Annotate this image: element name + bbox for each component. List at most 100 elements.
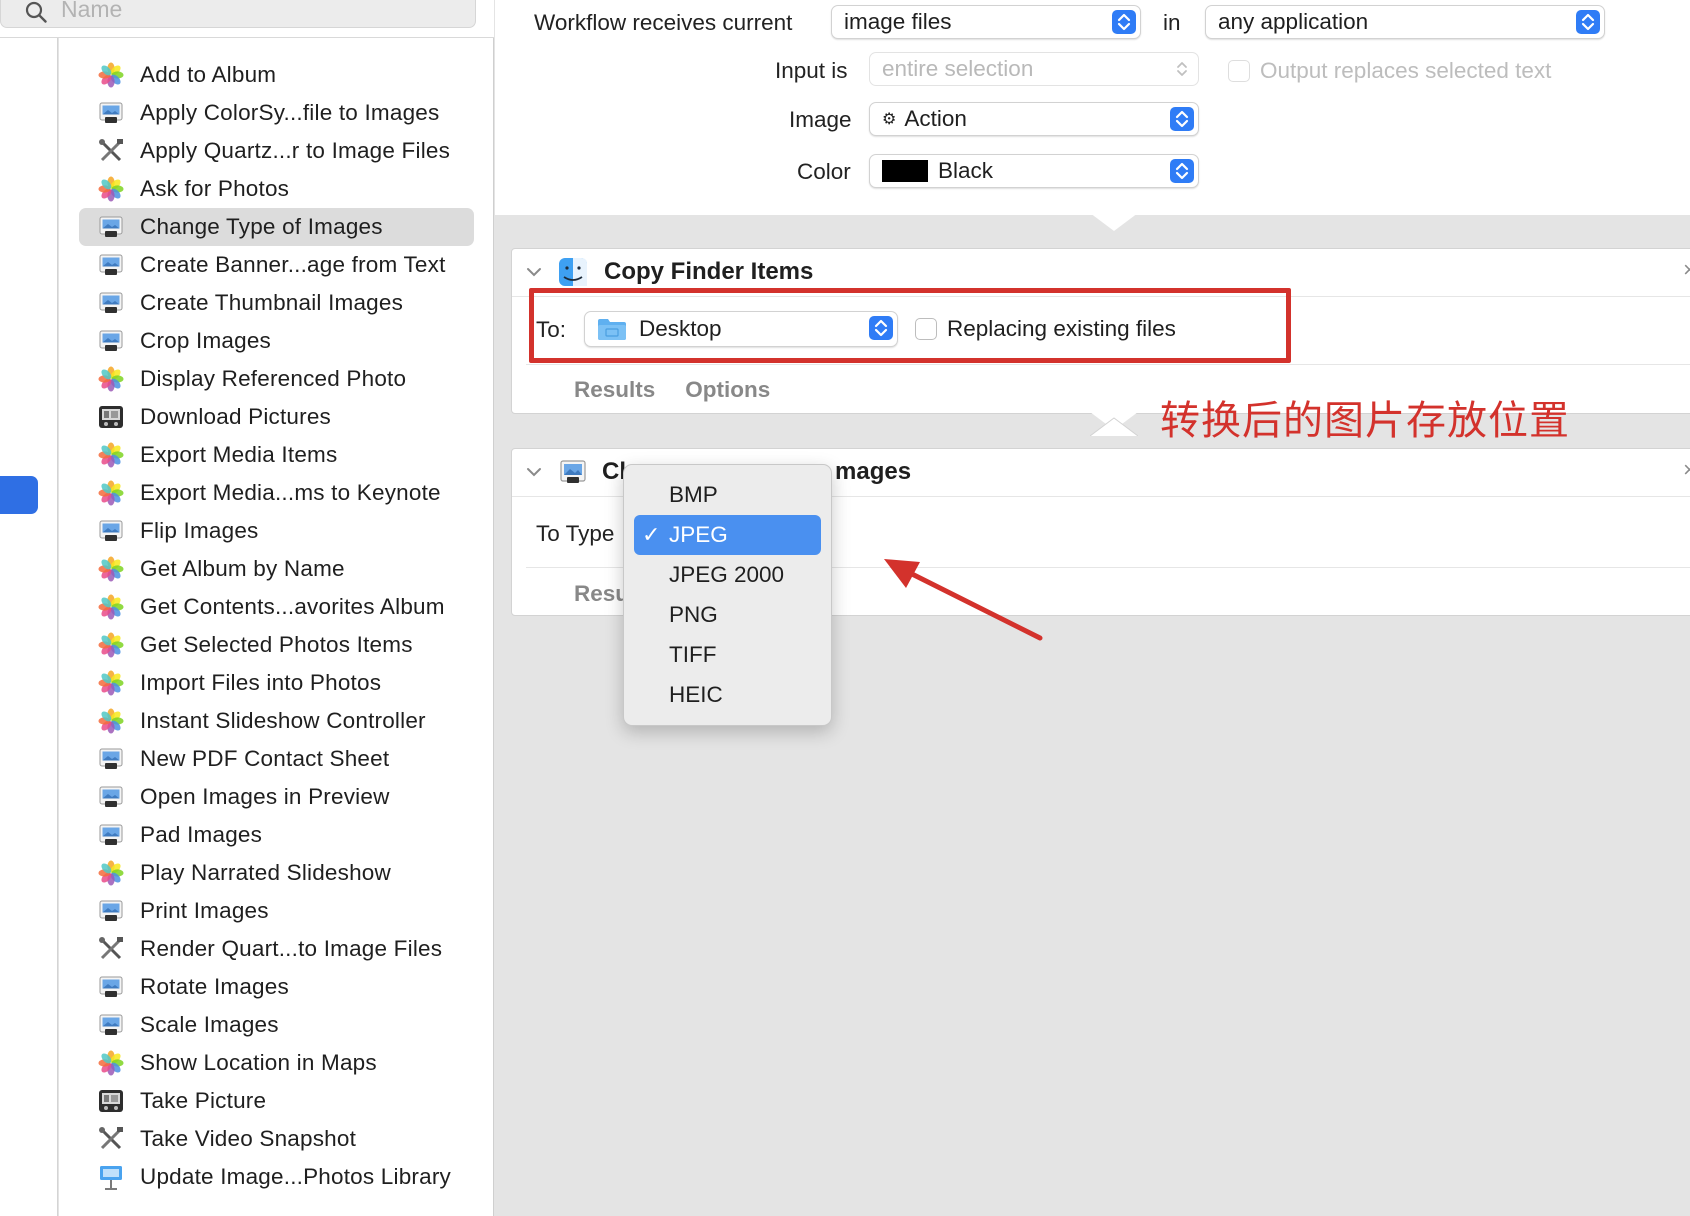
action-list-item-label: Get Album by Name xyxy=(140,556,345,581)
action-list-item[interactable]: Update Image...Photos Library xyxy=(79,1158,474,1196)
search-field[interactable] xyxy=(0,0,476,28)
action-list-item[interactable]: Play Narrated Slideshow xyxy=(79,854,474,892)
popup-stepper-icon xyxy=(1576,10,1600,34)
action-list-item-label: Open Images in Preview xyxy=(140,784,390,809)
action-list-item[interactable]: Create Banner...age from Text xyxy=(79,246,474,284)
action-list-item-label: Get Selected Photos Items xyxy=(140,632,413,657)
action-list-item[interactable]: Create Thumbnail Images xyxy=(79,284,474,322)
action-list-item-label: Scale Images xyxy=(140,1012,279,1037)
popup-stepper-icon xyxy=(1170,159,1194,183)
tab-results[interactable]: Resu xyxy=(574,581,629,606)
action-list-item[interactable]: Render Quart...to Image Files xyxy=(79,930,474,968)
color-swatch xyxy=(882,160,928,182)
output-replaces-label: Output replaces selected text xyxy=(1260,58,1552,83)
action-list-item[interactable]: Add to Album xyxy=(79,56,474,94)
photos-icon xyxy=(97,61,125,89)
action-list-item[interactable]: Get Selected Photos Items xyxy=(79,626,474,664)
menu-item-bmp[interactable]: BMP xyxy=(634,475,821,515)
preview-icon xyxy=(97,973,125,1001)
photos-icon xyxy=(97,479,125,507)
action-list-item[interactable]: Show Location in Maps xyxy=(79,1044,474,1082)
input-type-value: image files xyxy=(844,9,952,34)
output-replaces-checkbox[interactable] xyxy=(1228,60,1250,82)
photos-icon xyxy=(97,631,125,659)
menu-item-label: JPEG 2000 xyxy=(669,562,785,587)
in-label: in xyxy=(1163,10,1181,35)
close-icon[interactable]: × xyxy=(1683,257,1690,283)
menu-item-heic[interactable]: HEIC xyxy=(634,675,821,715)
menu-item-tiff[interactable]: TIFF xyxy=(634,635,821,675)
to-type-label: To Type xyxy=(536,521,615,546)
action-list-item-label: Show Location in Maps xyxy=(140,1050,377,1075)
action-list-item[interactable]: Take Picture xyxy=(79,1082,474,1120)
action-list-item[interactable]: Import Files into Photos xyxy=(79,664,474,702)
tab-options[interactable]: Options xyxy=(685,377,770,402)
action-list-item[interactable]: Export Media...ms to Keynote xyxy=(79,474,474,512)
menu-item-png[interactable]: PNG xyxy=(634,595,821,635)
tab-results[interactable]: Results xyxy=(574,377,655,402)
input-type-popup[interactable]: image files xyxy=(831,5,1141,39)
preview-icon xyxy=(97,745,125,773)
action-list-item[interactable]: Print Images xyxy=(79,892,474,930)
action-list-item-label: Play Narrated Slideshow xyxy=(140,860,391,885)
action-list-item[interactable]: Rotate Images xyxy=(79,968,474,1006)
input-selection-popup[interactable]: entire selection xyxy=(869,52,1199,86)
annotation-arrow-icon xyxy=(884,559,1043,641)
image-capture-icon xyxy=(97,403,125,431)
action-list: Add to Album Apply ColorSy...file to Imag… xyxy=(79,56,474,1196)
preview-icon xyxy=(97,289,125,317)
close-icon[interactable]: × xyxy=(1683,457,1690,483)
action-list-item-label: Ask for Photos xyxy=(140,176,290,201)
preview-icon xyxy=(97,1011,125,1039)
action-list-item[interactable]: Instant Slideshow Controller xyxy=(79,702,474,740)
image-popup[interactable]: ⚙ Action xyxy=(869,102,1199,136)
menu-item-jpeg-2000[interactable]: JPEG 2000 xyxy=(634,555,821,595)
selected-category-indicator[interactable] xyxy=(0,476,38,514)
menu-item-jpeg[interactable]: ✓ JPEG xyxy=(634,515,821,555)
action-list-item[interactable]: Flip Images xyxy=(79,512,474,550)
color-value: Black xyxy=(938,158,994,183)
preview-icon xyxy=(97,251,125,279)
chevron-down-icon[interactable] xyxy=(525,465,543,479)
action-list-item[interactable]: Crop Images xyxy=(79,322,474,360)
card-title: Copy Finder Items xyxy=(604,258,814,285)
annotation-text: 转换后的图片存放位置 xyxy=(1160,398,1570,444)
input-selection-value: entire selection xyxy=(882,56,1034,81)
photos-icon xyxy=(97,669,125,697)
action-list-item[interactable]: Apply Quartz...r to Image Files xyxy=(79,132,474,170)
color-popup[interactable]: Black xyxy=(869,154,1199,188)
action-list-item-label: New PDF Contact Sheet xyxy=(140,746,390,771)
action-list-item[interactable]: Get Album by Name xyxy=(79,550,474,588)
card-title-end: mages xyxy=(835,458,912,485)
photos-icon xyxy=(97,365,125,393)
action-list-item[interactable]: Get Contents...avorites Album xyxy=(79,588,474,626)
color-label: Color xyxy=(797,159,851,184)
search-icon xyxy=(25,1,47,23)
action-list-item[interactable]: Open Images in Preview xyxy=(79,778,474,816)
action-gear-icon: ⚙ xyxy=(882,111,897,128)
menu-item-label: JPEG xyxy=(669,522,728,547)
action-list-item-label: Create Thumbnail Images xyxy=(140,290,404,315)
action-list-item-label: Update Image...Photos Library xyxy=(140,1164,451,1189)
action-list-item[interactable]: Ask for Photos xyxy=(79,170,474,208)
chevron-down-icon[interactable] xyxy=(525,265,543,279)
action-list-item[interactable]: New PDF Contact Sheet xyxy=(79,740,474,778)
popup-stepper-icon xyxy=(1170,57,1194,81)
action-list-item-label: Crop Images xyxy=(140,328,272,353)
search-input[interactable] xyxy=(61,0,461,23)
annotation-highlight-box xyxy=(529,288,1291,363)
action-list-item[interactable]: Display Referenced Photo xyxy=(79,360,474,398)
action-list-item[interactable]: Change Type of Images xyxy=(79,208,474,246)
menu-item-label: TIFF xyxy=(669,642,717,667)
receives-label: Workflow receives current xyxy=(534,10,793,35)
action-list-item-label: Flip Images xyxy=(140,518,259,543)
photos-icon xyxy=(97,175,125,203)
action-list-item[interactable]: Scale Images xyxy=(79,1006,474,1044)
application-popup[interactable]: any application xyxy=(1205,5,1605,39)
action-list-item[interactable]: Export Media Items xyxy=(79,436,474,474)
action-list-item[interactable]: Download Pictures xyxy=(79,398,474,436)
action-list-item[interactable]: Take Video Snapshot xyxy=(79,1120,474,1158)
action-list-item[interactable]: Apply ColorSy...file to Images xyxy=(79,94,474,132)
preview-icon xyxy=(97,517,125,545)
action-list-item[interactable]: Pad Images xyxy=(79,816,474,854)
